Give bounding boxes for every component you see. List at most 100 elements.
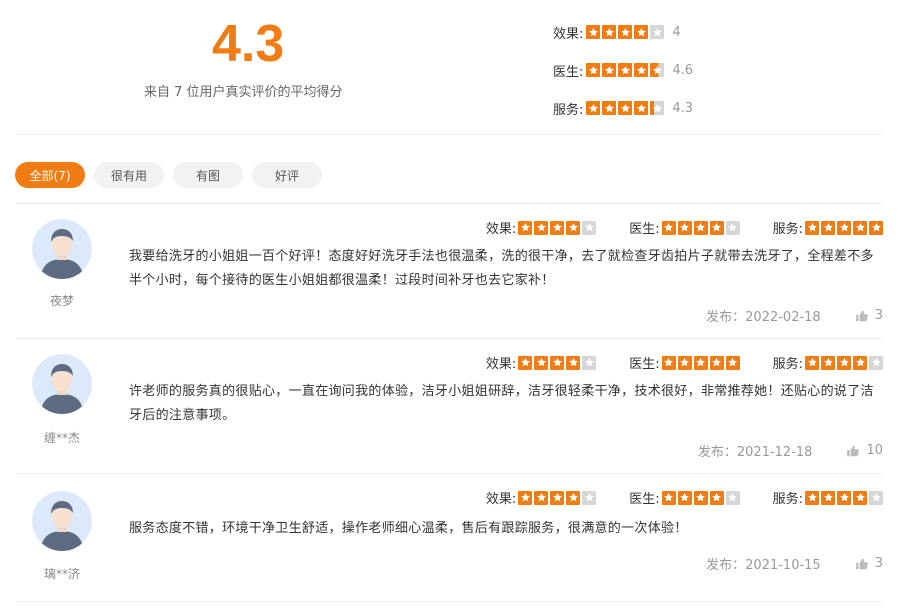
aggregate-row-effect: 效果: 4	[553, 22, 681, 42]
like-button[interactable]: 3	[855, 308, 883, 323]
star-icon	[518, 355, 533, 370]
review-ratings: 效果: 医生: 服务:	[453, 488, 883, 507]
star-icon	[869, 490, 883, 505]
star-icon	[634, 101, 649, 115]
star-icon	[650, 101, 665, 115]
thumbs-up-icon	[855, 309, 872, 323]
divider	[16, 601, 883, 602]
rating-service: 服务:	[773, 488, 883, 507]
star-icon	[677, 220, 692, 235]
review-text: 许老师的服务真的很贴心，一直在询问我的体验，洁牙小姐姐研辞，洁牙很轻柔干净，技术…	[129, 384, 874, 423]
user-avatar-icon	[32, 491, 92, 551]
star-icon	[534, 490, 549, 505]
rating-doctor: 医生:	[629, 488, 740, 507]
star-rating	[518, 220, 597, 235]
average-score: 4.3	[212, 15, 285, 73]
review-item: 缠**杰 效果: 医生: 服务: 许老师的服务真的很贴心，一直在询问我的体验，洁…	[16, 339, 883, 474]
star-icon	[821, 355, 835, 370]
star-icon	[837, 355, 851, 370]
user-name: 璃**济	[43, 567, 80, 581]
star-icon	[709, 490, 724, 505]
like-count: 3	[874, 308, 883, 323]
star-icon	[566, 220, 581, 235]
star-icon	[661, 355, 676, 370]
review-date: 发布：2021-10-15	[706, 558, 821, 573]
review-meta: 发布：2022-02-18 3	[706, 306, 883, 325]
star-icon	[709, 220, 724, 235]
star-icon	[853, 220, 867, 235]
star-icon	[586, 63, 601, 77]
rating-service: 服务:	[773, 353, 883, 372]
star-rating	[661, 220, 740, 235]
like-button[interactable]: 3	[855, 556, 883, 571]
aggregate-label: 服务:	[553, 102, 584, 118]
star-icon	[693, 355, 708, 370]
star-icon	[518, 490, 533, 505]
rating-effect: 效果:	[485, 218, 597, 237]
star-icon	[566, 490, 581, 505]
star-icon	[618, 63, 633, 77]
star-rating	[805, 490, 883, 505]
star-icon	[869, 355, 883, 370]
rating-label: 效果:	[485, 222, 517, 237]
aggregate-row-doctor: 医生: 4.6	[553, 60, 693, 80]
filter-with-photos[interactable]: 有图	[173, 162, 243, 188]
star-icon	[634, 63, 649, 77]
star-rating	[586, 25, 665, 39]
star-icon	[586, 101, 601, 115]
star-icon	[582, 490, 597, 505]
rating-doctor: 医生:	[629, 353, 740, 372]
star-icon	[725, 490, 740, 505]
star-icon	[582, 220, 597, 235]
star-icon	[821, 490, 835, 505]
aggregate-value: 4	[672, 24, 681, 40]
star-icon	[853, 490, 867, 505]
star-rating	[661, 355, 740, 370]
aggregate-label: 医生:	[553, 64, 584, 80]
star-icon	[634, 25, 649, 39]
user-avatar-icon	[32, 219, 92, 279]
star-icon	[677, 355, 692, 370]
score-caption: 来自 7 位用户真实评价的平均得分	[144, 85, 343, 100]
review-date: 发布：2022-02-18	[706, 310, 821, 325]
star-icon	[550, 490, 565, 505]
star-icon	[853, 355, 867, 370]
review-meta: 发布：2021-12-18 10	[698, 441, 883, 460]
star-rating	[661, 490, 740, 505]
aggregate-value: 4.3	[672, 100, 694, 116]
filter-useful[interactable]: 很有用	[94, 162, 164, 188]
star-icon	[837, 220, 851, 235]
review-filters: 全部(7) 很有用 有图 好评	[15, 162, 322, 188]
rating-label: 效果:	[485, 357, 517, 372]
star-rating	[586, 101, 665, 115]
star-rating	[518, 490, 597, 505]
star-icon	[693, 490, 708, 505]
star-icon	[550, 355, 565, 370]
star-icon	[650, 25, 665, 39]
review-text: 服务态度不错，环境干净卫生舒适，操作老师细心温柔，售后有跟踪服务，很满意的一次体…	[129, 521, 688, 536]
star-icon	[518, 220, 533, 235]
review-item: 璃**济 效果: 医生: 服务: 服务态度不错，环境干净卫生舒适，操作老师细心温…	[16, 474, 883, 602]
rating-service: 服务:	[773, 218, 883, 237]
filter-all[interactable]: 全部(7)	[15, 162, 85, 188]
star-icon	[837, 490, 851, 505]
star-icon	[677, 490, 692, 505]
star-icon	[586, 25, 601, 39]
rating-label: 服务:	[772, 357, 803, 372]
star-rating	[586, 63, 665, 77]
star-icon	[534, 220, 549, 235]
star-rating	[805, 355, 883, 370]
star-icon	[650, 63, 665, 77]
like-button[interactable]: 10	[846, 443, 883, 458]
star-rating	[518, 355, 597, 370]
rating-label: 医生:	[629, 357, 660, 372]
rating-doctor: 医生:	[629, 218, 740, 237]
review-meta: 发布：2021-10-15 3	[706, 554, 883, 573]
filter-positive[interactable]: 好评	[252, 162, 322, 188]
star-icon	[602, 101, 617, 115]
user-name: 夜梦	[49, 294, 74, 308]
rating-effect: 效果:	[486, 488, 597, 507]
rating-label: 医生:	[629, 492, 660, 507]
like-count: 3	[874, 556, 883, 571]
user-avatar-icon	[32, 354, 92, 414]
